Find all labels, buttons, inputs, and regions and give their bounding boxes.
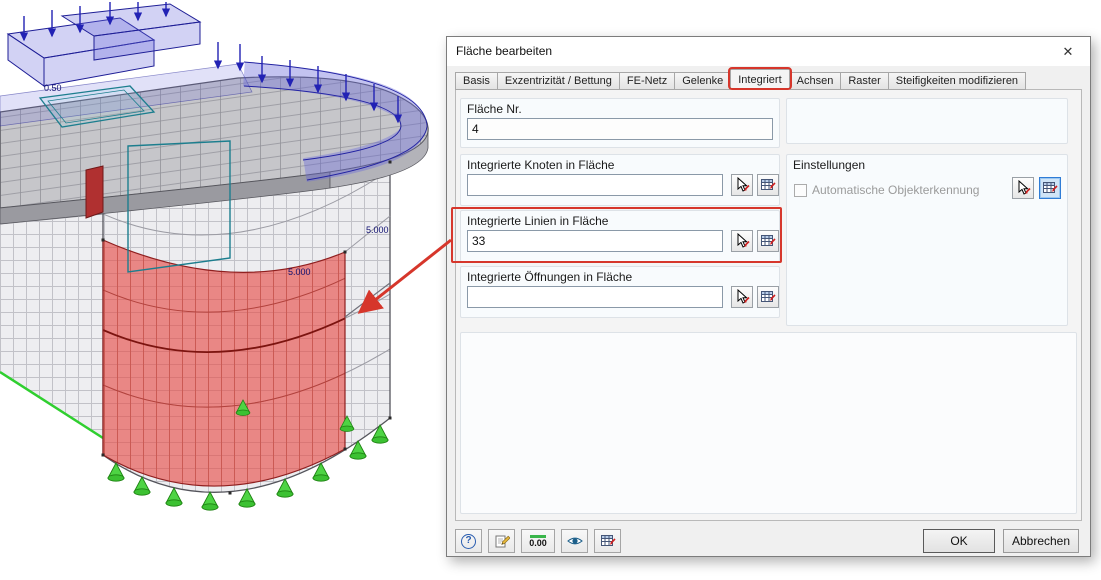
pick-cursor-icon [1015,180,1031,196]
model-viewport[interactable]: 0.50 5.000 5.000 [0,0,446,580]
pick-cursor-icon [734,289,750,305]
decimal-places-button[interactable]: 0.00 [521,529,555,553]
tab-raster[interactable]: Raster [840,72,889,90]
help-button[interactable]: ? [455,529,482,553]
field-label-linien: Integrierte Linien in Fläche [467,214,609,228]
pick-linien-from-list-button[interactable] [757,230,779,252]
tab-label: Gelenke [682,75,724,87]
auto-detect-checkbox[interactable]: Automatische Objekterkennung [794,183,979,197]
tab-steifigkeiten-modifizieren[interactable]: Steifigkeiten modifizieren [887,72,1027,90]
info-panel [786,98,1068,144]
tab-label: Basis [463,75,490,87]
settings-label: Einstellungen [793,158,866,172]
dimension-label-slab: 0.50 [44,83,62,93]
tabstrip: Basis Exzentrizität / Bettung FE-Netz Ge… [455,67,1027,90]
pick-knoten-from-list-button[interactable] [757,174,779,196]
pick-objects-button[interactable] [594,529,621,553]
tab-label: Raster [848,75,881,87]
pick-from-list-icon [760,177,776,193]
tab-label: Integriert [738,74,782,86]
checkbox-label: Automatische Objekterkennung [812,183,980,197]
dimension-label-right: 5.000 [366,225,389,235]
integrierte-knoten-input[interactable] [467,174,723,196]
pick-oeffnungen-from-list-button[interactable] [757,286,779,308]
field-label-knoten: Integrierte Knoten in Fläche [467,158,615,172]
pick-cursor-icon [734,233,750,249]
dimension-label-front: 5.000 [288,267,311,277]
pick-from-list-icon [1042,180,1058,196]
tab-label: Exzentrizität / Bettung [504,75,612,87]
ok-button[interactable]: OK [923,529,995,553]
pick-linien-in-model-button[interactable] [731,230,753,252]
tab-fe-netz[interactable]: FE-Netz [618,72,676,90]
integrierte-linien-input[interactable] [467,230,723,252]
group-integrierte-oeffnungen: Integrierte Öffnungen in Fläche [460,266,780,318]
field-label-oeffnungen: Integrierte Öffnungen in Fläche [467,270,633,284]
pick-cursor-icon [734,177,750,193]
tab-label: Steifigkeiten modifizieren [895,75,1019,87]
tab-label: Achsen [796,75,834,87]
red-member[interactable] [85,165,104,219]
screen: 0.50 5.000 5.000 Fläche bearbeiten ✕ Bas… [0,0,1101,580]
settings-pick-from-list-button[interactable] [1039,177,1061,199]
tab-basis[interactable]: Basis [455,72,498,90]
tab-content-integriert: Fläche Nr. Integrierte Knoten in Fläche … [451,89,1082,521]
group-einstellungen: Einstellungen Automatische Objekterkennu… [786,154,1068,326]
pencil-icon [494,533,510,549]
edit-comment-button[interactable] [488,529,515,553]
group-integrierte-knoten: Integrierte Knoten in Fläche [460,154,780,206]
decimals-label: 0.00 [529,537,547,548]
dialog-title: Fläche bearbeiten [456,44,553,58]
pick-oeffnungen-in-model-button[interactable] [731,286,753,308]
tab-exzentrizitaet-bettung[interactable]: Exzentrizität / Bettung [496,72,620,90]
tab-integriert[interactable]: Integriert [728,67,792,90]
group-integrierte-linien: Integrierte Linien in Fläche [451,207,782,263]
details-panel [460,332,1077,514]
dialog-flaeche-bearbeiten: Fläche bearbeiten ✕ Basis Exzentrizität … [446,36,1091,557]
eye-icon [567,533,583,549]
close-icon: ✕ [1062,43,1074,59]
checkbox-box[interactable] [794,183,807,197]
visibility-button[interactable] [561,529,588,553]
cancel-button[interactable]: Abbrechen [1003,529,1079,553]
help-icon: ? [461,533,476,549]
flaeche-nr-input[interactable] [467,118,773,140]
field-label-flaeche-nr: Fläche Nr. [467,102,522,116]
tab-achsen[interactable]: Achsen [788,72,842,90]
pick-from-list-icon [600,533,616,549]
tab-label: FE-Netz [626,75,668,87]
side-wall[interactable] [0,213,104,440]
pick-from-list-icon [760,289,776,305]
settings-pick-in-model-button[interactable] [1012,177,1034,199]
integrierte-oeffnungen-input[interactable] [467,286,723,308]
group-flaeche-nr: Fläche Nr. [460,98,780,148]
pick-from-list-icon [760,233,776,249]
pick-knoten-in-model-button[interactable] [731,174,753,196]
tab-gelenke[interactable]: Gelenke [674,72,732,90]
close-button[interactable]: ✕ [1047,38,1089,65]
dialog-titlebar[interactable]: Fläche bearbeiten ✕ [447,37,1090,66]
dialog-footer-toolbar: ? 0.00 [455,529,621,553]
